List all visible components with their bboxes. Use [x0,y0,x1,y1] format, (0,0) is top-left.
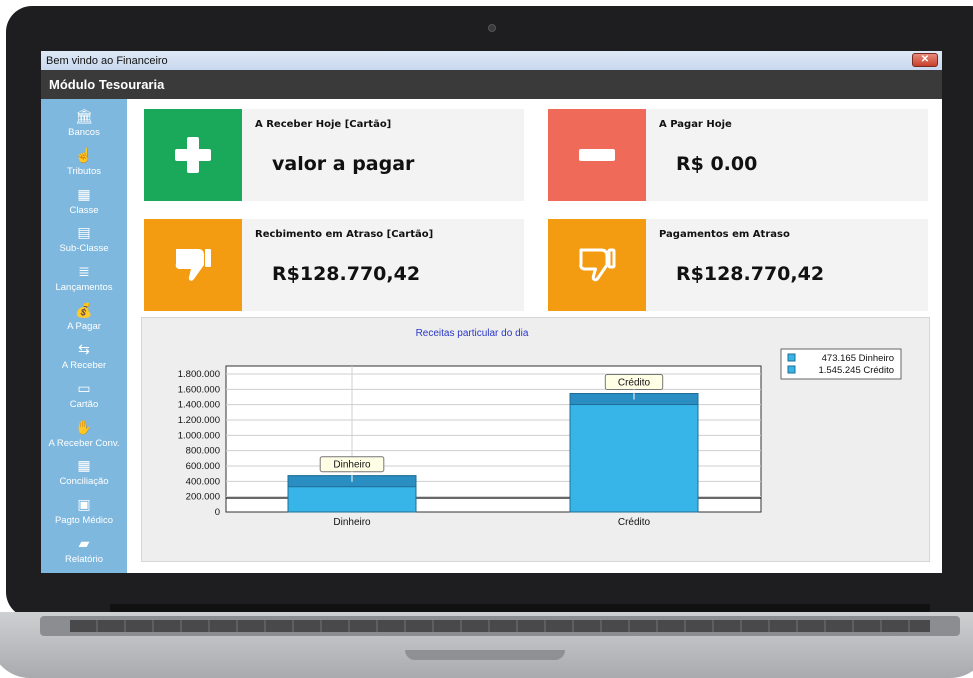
x-tick-label: Dinheiro [333,517,371,528]
card-pagamentos-atraso-tile [548,219,646,311]
camera-icon [488,24,496,32]
sidebar-item-label: Cartão [69,398,99,410]
card-title: A Pagar Hoje [659,119,732,130]
register-icon: ≣ [78,263,90,280]
y-tick-label: 1.000.000 [178,430,220,441]
close-button[interactable]: ✕ [912,53,938,67]
hand-icon: ☝ [75,146,93,163]
y-tick-label: 800.000 [186,446,220,457]
legend-label: 473.165 Dinheiro [822,353,894,364]
dashboard: A Receber Hoje [Cartão] valor a pagar A … [127,99,942,573]
sidebar-item-label: Pagto Médico [54,515,114,527]
chart-title: Receitas particular do dia [416,328,529,339]
sidebar-item-pagto-m-dico[interactable]: ▣ Pagto Médico [41,495,127,534]
sidebar-item-relat-rio[interactable]: ▰ Relatório [41,534,127,573]
card-value: R$128.770,42 [676,263,825,285]
sidebar-item-label: Classe [69,204,99,216]
sidebar-item-classe[interactable]: ▦ Classe [41,185,127,224]
thumbs-down-filled-icon [175,249,211,281]
hand-card-icon: ✋ [75,418,93,435]
card-value: R$128.770,42 [272,263,421,285]
card-value: R$ 0.00 [676,153,758,175]
sidebar-item-label: Tributos [67,165,101,177]
x-tick-label: Crédito [618,517,651,528]
card-title: Pagamentos em Atraso [659,229,790,240]
table-plus-icon: ▤ [77,224,91,241]
plus-icon [175,137,211,173]
sidebar-item-label: A Receber [61,359,107,371]
y-tick-label: 1.600.000 [178,384,220,395]
keyboard [70,620,930,632]
legend-swatch [787,353,796,362]
trackpad-notch [405,650,565,660]
sidebar-item-label: A Pagar [67,321,101,333]
app-body: 🏛 Bancos ☝ Tributos ▦ Classe ▤ Sub-Classe ≣ Lança… [41,99,942,573]
card-pagamentos-atraso[interactable]: Pagamentos em Atraso R$128.770,42 [548,219,928,311]
receive-money-icon: ⇆ [78,340,90,357]
sidebar-item-tributos[interactable]: ☝ Tributos [41,146,127,185]
sidebar-item-label: Conciliação [59,476,109,488]
sidebar-item-sub-classe[interactable]: ▤ Sub-Classe [41,223,127,262]
legend-swatch [787,365,796,374]
y-tick-label: 1.200.000 [178,415,220,426]
card-receber-hoje[interactable]: A Receber Hoje [Cartão] valor a pagar [144,109,524,201]
sidebar-item-bancos[interactable]: 🏛 Bancos [41,107,127,146]
card-pagar-hoje-tile [548,109,646,201]
sidebar-item-concilia-o[interactable]: ▦ Conciliação [41,456,127,495]
card-title: A Receber Hoje [Cartão] [255,119,392,130]
bar-tooltip-label: Dinheiro [333,460,371,471]
money-bag-icon: 💰 [75,302,93,319]
sidebar-item-a-pagar[interactable]: 💰 A Pagar [41,301,127,340]
sidebar-item-label: Bancos [68,127,100,138]
card-title: Recbimento em Atraso [Cartão] [255,229,434,240]
module-title: Módulo Tesouraria [49,77,165,92]
sidebar-item-a-receber[interactable]: ⇆ A Receber [41,340,127,379]
sidebar-item-label: A Receber Conv. [48,437,120,449]
wallet-icon: ▰ [78,535,90,552]
sidebar-item-label: Relatório [64,554,104,566]
bar-chart: Receitas particular do dia 0 200.000 400.00… [178,328,902,528]
y-tick-label: 1.400.000 [178,400,220,411]
legend-label: 1.545.245 Crédito [818,365,894,376]
window-titlebar: Bem vindo ao Financeiro ✕ [41,51,942,70]
y-tick-label: 200.000 [186,492,220,503]
bank-icon: 🏛 [75,108,93,124]
sidebar-item-label: Lançamentos [55,282,113,294]
table-icon: ▦ [77,185,91,202]
bar-crédito [569,393,699,513]
card-value: valor a pagar [272,153,415,175]
sidebar-item-cart-o[interactable]: ▭ Cartão [41,379,127,418]
card-recebimento-atraso[interactable]: Recbimento em Atraso [Cartão] R$128.770,… [144,219,524,311]
y-tick-label: 600.000 [186,461,220,472]
sidebar: 🏛 Bancos ☝ Tributos ▦ Classe ▤ Sub-Classe ≣ Lança… [41,99,127,573]
laptop-mockup: Bem vindo ao Financeiro ✕ Módulo Tesoura… [0,0,973,678]
card-pagar-hoje[interactable]: A Pagar Hoje R$ 0.00 [548,109,928,201]
sidebar-item-lan-amentos[interactable]: ≣ Lançamentos [41,262,127,301]
bar-tooltip-label: Crédito [618,378,651,389]
y-tick-label: 0 [215,507,220,518]
sidebar-item-a-receber-conv-[interactable]: ✋ A Receber Conv. [41,418,127,457]
calculator-icon: ▦ [77,457,91,474]
y-tick-label: 1.800.000 [178,369,220,380]
minus-icon [579,149,615,161]
sidebar-item-label: Sub-Classe [59,243,109,255]
card-icon: ▭ [77,379,91,396]
card-receber-hoje-tile [144,109,242,201]
chart-panel: Receitas particular do dia 0 200.000 400.00… [141,317,930,562]
window-title: Bem vindo ao Financeiro [46,54,168,67]
cash-icon: ▣ [77,496,91,513]
card-recebimento-atraso-tile [144,219,242,311]
thumbs-down-outline-icon [579,248,616,282]
app-window: Bem vindo ao Financeiro ✕ Módulo Tesoura… [41,51,942,573]
y-tick-label: 400.000 [186,476,220,487]
module-header: Módulo Tesouraria [41,70,942,99]
